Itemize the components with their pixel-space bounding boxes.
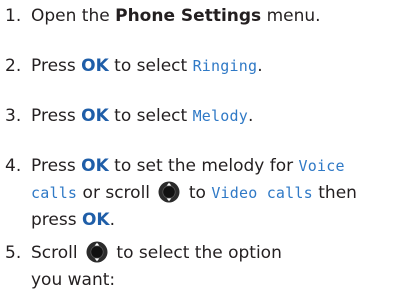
screen-text-melody: Melody [192, 107, 248, 125]
step-line: Press OK to set the melody for Voice [31, 153, 411, 180]
step-text-part: . [257, 56, 263, 76]
step-line: Scroll to select the option [31, 240, 411, 267]
step-text-part: . [247, 106, 254, 126]
step-line: calls or scroll to Video calls then [31, 180, 411, 207]
ok-key-label: OK [81, 156, 109, 176]
step-text-part: to select the option [111, 243, 282, 263]
ok-key-label: OK [81, 106, 109, 126]
ok-key-label: OK [81, 56, 109, 76]
step-number: 4. [5, 156, 22, 176]
step-text: Scroll to select the option you want: [31, 240, 411, 294]
step-text-part: menu. [261, 6, 321, 26]
step-text-part: to select [108, 106, 193, 126]
step-text: Press OK to set the melody for Voice cal… [31, 153, 411, 234]
step-text-part: Press [31, 156, 82, 176]
screen-text-calls: calls [31, 184, 78, 202]
step-line: press OK. [31, 207, 411, 234]
step-number: 2. [5, 56, 22, 76]
step-text: Press OK to select Melody. [31, 103, 411, 130]
step-number: 1. [5, 6, 22, 26]
navigation-key-icon [158, 181, 180, 203]
step-text-part: Scroll [31, 243, 84, 263]
step-text-part: to set the melody for [108, 156, 299, 176]
ok-key-label: OK [81, 210, 110, 230]
step-text-part: Press [31, 106, 82, 126]
screen-text-video-calls: Video calls [211, 184, 313, 202]
step-text-part: or scroll [77, 183, 156, 203]
step-text-part: . [109, 210, 116, 230]
step-number: 5. [5, 243, 22, 263]
step-text-part: Open the [31, 6, 116, 26]
step-text-part: then [312, 183, 357, 203]
step-text: Open the Phone Settings menu. [31, 3, 411, 30]
step-text-part: to [183, 183, 212, 203]
menu-name: Phone Settings [115, 6, 262, 26]
navigation-key-icon [86, 241, 108, 263]
step-number: 3. [5, 106, 22, 126]
step-text-part: to select [108, 56, 193, 76]
screen-text-ringing: Ringing [192, 57, 258, 75]
step-text: Press OK to select Ringing. [31, 53, 411, 80]
step-line: you want: [31, 267, 411, 294]
step-text-part: press [31, 210, 82, 230]
step-text-part: Press [31, 56, 82, 76]
step-text-part: you want: [31, 270, 116, 290]
screen-text-voice: Voice [298, 157, 345, 175]
